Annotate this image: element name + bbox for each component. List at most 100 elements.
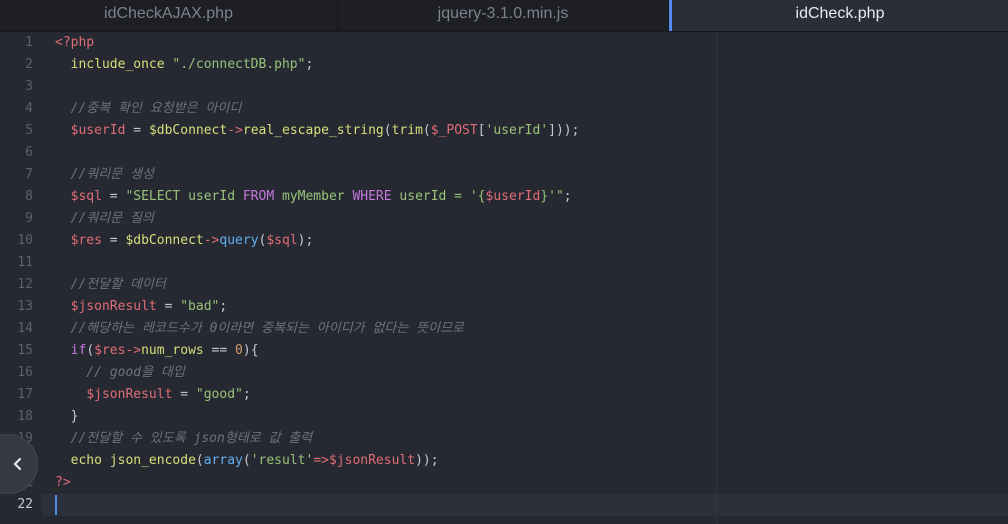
line-number: 2 [25,57,33,72]
code-token: ( [242,453,251,468]
code-token: ( [383,123,392,138]
code-token: ; [563,189,572,204]
tab-idcheckajax[interactable]: idCheckAJAX.php [0,0,338,31]
code-token: $userId [485,189,541,204]
code-token: ; [305,57,314,72]
code-token: ; [242,387,251,402]
code-line: //전달할 수 있도록 json형태로 값 출력 [55,428,313,450]
code-token: = [101,189,126,204]
code-line: //중복 확인 요청받은 아이디 [55,98,242,120]
tab-idcheck[interactable]: idCheck.php [669,0,1008,31]
code-token: => [313,453,329,468]
code-token: -> [227,123,243,138]
code-token: ( [422,123,431,138]
line-number: 17 [17,387,33,402]
code-line: <?php [55,32,94,54]
code-area[interactable]: <?php include_once "./connectDB.php"; //… [55,32,995,524]
code-token: $sql [266,233,298,248]
line-number: 10 [17,233,33,248]
tab-jquery[interactable]: jquery-3.1.0.min.js [338,0,669,31]
code-token: userId = '{ [391,189,486,204]
code-line: //해당하는 레코드수가 0이라면 중복되는 아이디가 없다는 뜻이므로 [55,318,464,340]
code-line: $sql = "SELECT userId FROM myMember WHER… [55,186,572,208]
line-number: 14 [17,321,33,336]
code-token: $dbConnect [148,123,228,138]
line-number: 7 [25,167,33,182]
code-token: ); [297,233,314,248]
code-token: }'" [540,189,564,204]
code-line: // good을 대입 [55,362,185,384]
code-token: == [203,343,236,358]
code-token: = [156,299,181,314]
code-token: num_rows [141,343,204,358]
code-line: //쿼리문 생성 [55,164,154,186]
code-token: myMember [274,189,353,204]
code-token: trim [391,123,423,138]
code-token: $_POST [430,123,478,138]
code-token: $jsonResult [86,387,173,402]
code-token: = [125,123,149,138]
line-number: 9 [25,211,33,226]
code-token: 0 [235,343,243,358]
line-number: 6 [25,145,33,160]
code-token: "bad" [180,299,220,314]
code-comment: //쿼리문 생성 [55,167,154,182]
code-token: 'result' [250,453,314,468]
chevron-left-icon [13,457,22,471]
code-line: $userId = $dbConnect->real_escape_string… [55,120,580,142]
line-number: 12 [17,277,33,292]
code-token: json_encode [109,453,196,468]
tab-bar: idCheckAJAX.php jquery-3.1.0.min.js idCh… [0,0,1008,32]
code-token: [ [477,123,486,138]
code-token: -> [125,343,142,358]
code-token: WHERE [352,189,392,204]
code-token: include_once [70,57,165,72]
code-token: array [203,453,243,468]
line-number: 8 [25,189,33,204]
code-comment: //전달할 수 있도록 json형태로 값 출력 [55,431,313,446]
code-token: "good" [195,387,243,402]
code-token: real_escape_string [242,123,384,138]
code-token: = [101,233,126,248]
code-token: -> [203,233,220,248]
code-token: if [70,343,87,358]
code-token: ])); [548,123,580,138]
code-comment: //쿼리문 질의 [55,211,154,226]
line-number: 13 [17,299,33,314]
code-token: $res [94,343,126,358]
code-token: $jsonResult [70,299,157,314]
line-number-current: 22 [17,497,33,512]
code-line: } [55,406,79,428]
code-token: ( [195,453,204,468]
code-line: ?> [55,472,71,494]
line-number: 3 [25,79,33,94]
code-token: echo [70,453,102,468]
code-token: <?php [55,35,95,50]
code-token: )); [415,453,439,468]
code-line: echo json_encode(array('result'=>$jsonRe… [55,450,439,472]
code-token: 'userId' [485,123,549,138]
code-comment: // good을 대입 [55,365,185,380]
code-editor[interactable]: 1 2 3 4 5 6 7 8 9 10 11 12 13 14 15 16 1… [0,32,1008,524]
text-cursor [55,495,57,515]
code-token: $dbConnect [125,233,204,248]
code-token: } [55,409,79,424]
code-comment: //해당하는 레코드수가 0이라면 중복되는 아이디가 없다는 뜻이므로 [55,321,465,336]
code-token: $res [70,233,102,248]
code-token: "SELECT userId [125,189,243,204]
line-number: 16 [17,365,33,380]
line-number: 5 [25,123,33,138]
line-number: 11 [17,255,33,270]
code-token: $jsonResult [328,453,416,468]
code-token: $sql [70,189,102,204]
code-line: $jsonResult = "bad"; [55,296,228,318]
line-number: 4 [25,101,33,116]
code-line: //전달할 데이터 [55,274,166,296]
